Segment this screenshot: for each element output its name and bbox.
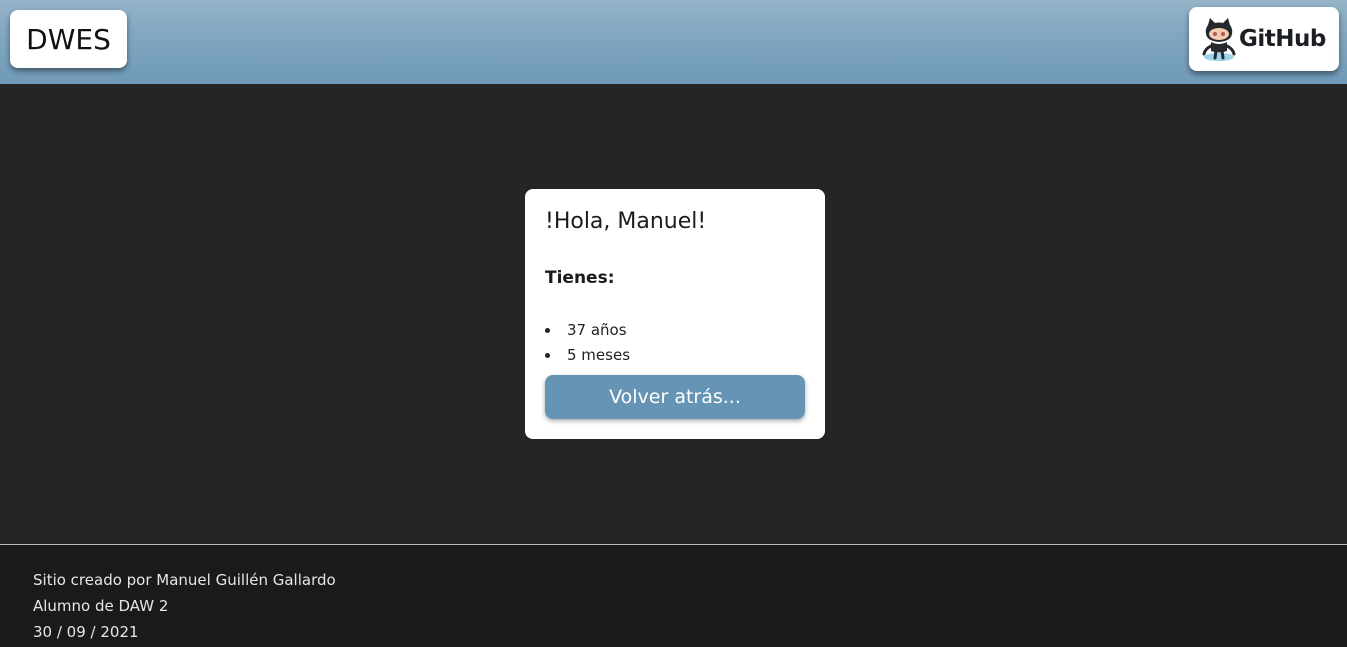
- footer-credit: Sitio creado por Manuel Guillén Gallardo: [33, 571, 336, 589]
- footer: Sitio creado por Manuel Guillén Gallardo…: [0, 544, 1347, 647]
- github-octocat-icon: [1202, 18, 1236, 61]
- age-list: 37 años 5 meses: [545, 318, 630, 368]
- result-card: !Hola, Manuel! Tienes: 37 años 5 meses V…: [525, 189, 825, 439]
- list-item-months: 5 meses: [545, 343, 630, 368]
- github-label: GitHub: [1239, 26, 1326, 52]
- list-item-years: 37 años: [545, 318, 630, 343]
- github-link[interactable]: GitHub: [1189, 7, 1339, 71]
- footer-date: 30 / 09 / 2021: [33, 623, 139, 641]
- back-button[interactable]: Volver atrás...: [545, 375, 805, 419]
- home-logo-link[interactable]: DWES: [10, 10, 127, 68]
- logo-text: DWES: [26, 22, 111, 56]
- greeting-heading: !Hola, Manuel!: [545, 209, 707, 234]
- age-subtitle: Tienes:: [545, 268, 615, 288]
- footer-course: Alumno de DAW 2: [33, 597, 169, 615]
- header-bar: DWES GitHub: [0, 0, 1347, 84]
